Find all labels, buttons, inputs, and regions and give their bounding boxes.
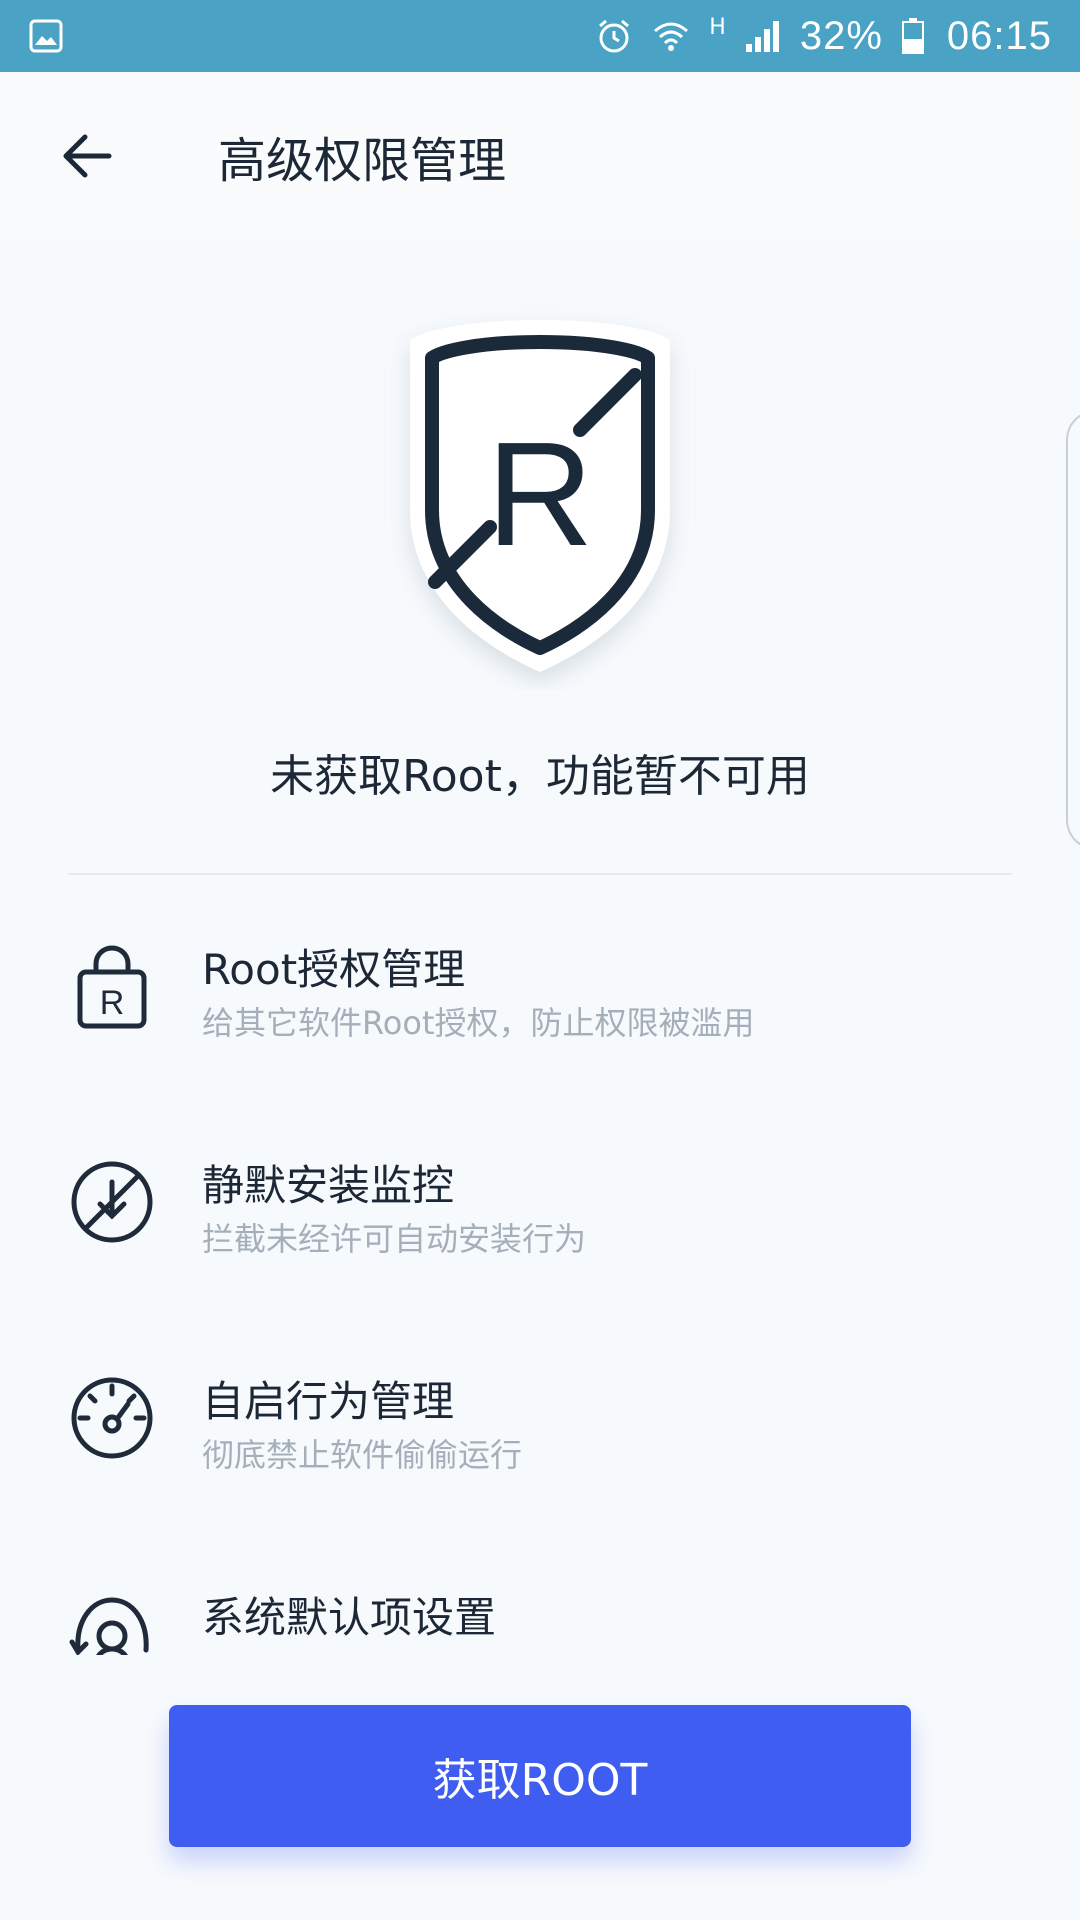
feature-subtitle: 彻底禁止软件偷偷运行 — [202, 1436, 523, 1474]
root-lock-icon: R — [68, 942, 156, 1030]
get-root-button[interactable]: 获取ROOT — [169, 1705, 911, 1847]
feature-subtitle: 给其它软件Root授权，防止权限被滥用 — [202, 1004, 755, 1042]
root-shield-icon: R — [380, 300, 700, 690]
feature-subtitle: 防止恶意修改系统设置项 — [202, 1646, 554, 1655]
status-time: 06:15 — [946, 13, 1052, 58]
speedometer-icon — [68, 1374, 156, 1462]
status-right: H 32% 06:15 — [595, 14, 1052, 59]
divider — [68, 873, 1012, 875]
battery-icon — [901, 17, 925, 55]
feature-title: 系统默认项设置 — [202, 1593, 497, 1642]
default-settings-icon — [68, 1590, 156, 1655]
feature-title: Root授权管理 — [202, 945, 466, 994]
page-title: 高级权限管理 — [218, 133, 507, 189]
image-icon — [28, 18, 64, 54]
wifi-icon — [651, 17, 691, 55]
status-bar: H 32% 06:15 — [0, 0, 1080, 72]
feature-title: 自启行为管理 — [202, 1377, 455, 1426]
signal-icon — [744, 18, 782, 54]
feature-item-root-authorization[interactable]: R Root授权管理 给其它软件Root授权，防止权限被滥用 — [0, 900, 1080, 1116]
app-bar: 高级权限管理 — [0, 72, 1080, 240]
feature-item-silent-install[interactable]: 静默安装监控 拦截未经许可自动安装行为 — [0, 1116, 1080, 1332]
feature-subtitle: 拦截未经许可自动安装行为 — [202, 1220, 587, 1258]
network-type: H — [709, 14, 726, 40]
back-button[interactable] — [54, 123, 120, 189]
feature-item-autostart[interactable]: 自启行为管理 彻底禁止软件偷偷运行 — [0, 1332, 1080, 1548]
svg-text:R: R — [100, 984, 125, 1022]
status-left — [28, 18, 64, 54]
root-status-text: 未获取Root，功能暂不可用 — [270, 751, 810, 802]
logo-letter: R — [487, 412, 594, 577]
alarm-icon — [595, 17, 633, 55]
edge-panel-handle[interactable] — [1066, 410, 1080, 850]
install-block-icon — [68, 1158, 156, 1246]
battery-percentage: 32% — [799, 13, 883, 58]
hero-section: R 未获取Root，功能暂不可用 — [0, 300, 1080, 880]
feature-list: R Root授权管理 给其它软件Root授权，防止权限被滥用 静默安装监控 拦截… — [0, 900, 1080, 1655]
feature-item-default-settings[interactable]: 系统默认项设置 防止恶意修改系统设置项 — [0, 1548, 1080, 1655]
feature-title: 静默安装监控 — [202, 1161, 455, 1210]
arrow-left-icon — [61, 133, 113, 179]
